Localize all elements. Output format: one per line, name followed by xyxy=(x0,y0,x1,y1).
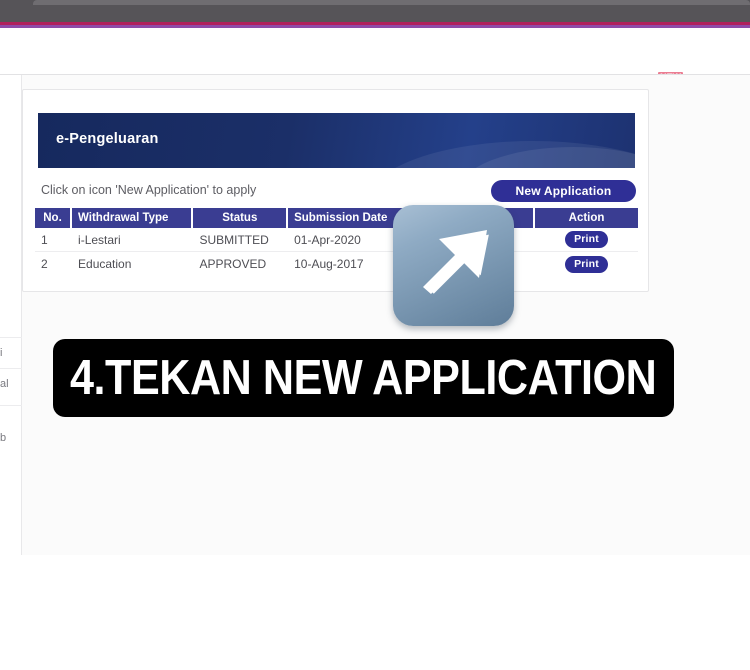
browser-tab-strip[interactable] xyxy=(33,0,750,5)
cell-type: i-Lestari xyxy=(72,228,194,252)
cell-action: Print xyxy=(535,252,638,276)
print-button[interactable]: Print xyxy=(565,231,608,248)
table-header-row: No. Withdrawal Type Status Submission Da… xyxy=(35,208,638,228)
cell-status: SUBMITTED xyxy=(193,228,289,252)
table-row: 1 i-Lestari SUBMITTED 01-Apr-2020 Print xyxy=(35,228,638,252)
instruction-text: 4.TEKAN NEW APPLICATION xyxy=(70,351,657,405)
withdrawal-history-table: No. Withdrawal Type Status Submission Da… xyxy=(35,208,638,276)
page-footer: ...ions|Privacy Policy|Security Policy|D… xyxy=(0,555,750,670)
panel-title: e-Pengeluaran xyxy=(56,131,159,147)
browser-chrome-bar xyxy=(0,0,750,22)
table-row: 2 Education APPROVED 10-Aug-2017 Print xyxy=(35,252,638,276)
sidebar-item-fragment[interactable]: b xyxy=(0,432,22,444)
cell-no: 1 xyxy=(35,228,73,252)
sidebar-clipped-strip: i al b xyxy=(0,75,22,555)
cell-no: 2 xyxy=(35,252,73,276)
cursor-pointer-overlay xyxy=(393,205,514,326)
column-header-no[interactable]: No. xyxy=(35,208,73,228)
column-header-type[interactable]: Withdrawal Type xyxy=(72,208,194,228)
arrow-up-right-icon xyxy=(423,230,489,294)
panel-header-banner: e-Pengeluaran xyxy=(38,113,635,168)
column-header-action[interactable]: Action xyxy=(535,208,638,228)
new-application-button[interactable]: New Application xyxy=(491,180,636,202)
e-pengeluaran-card: e-Pengeluaran Click on icon 'New Applica… xyxy=(22,89,649,292)
cell-action: Print xyxy=(535,228,638,252)
sidebar-item-fragment[interactable]: al xyxy=(0,378,22,390)
cell-type: Education xyxy=(72,252,194,276)
column-header-status[interactable]: Status xyxy=(193,208,289,228)
cell-status: APPROVED xyxy=(193,252,289,276)
main-navigation-bar: PROFILE NOMINATION SIMPANAN SHARIAH MY A… xyxy=(0,28,750,88)
instruction-banner: 4.TEKAN NEW APPLICATION xyxy=(53,339,674,417)
print-button[interactable]: Print xyxy=(565,255,608,273)
panel-hint-text: Click on icon 'New Application' to apply xyxy=(41,183,257,197)
sidebar-item-fragment[interactable]: i xyxy=(0,347,22,359)
